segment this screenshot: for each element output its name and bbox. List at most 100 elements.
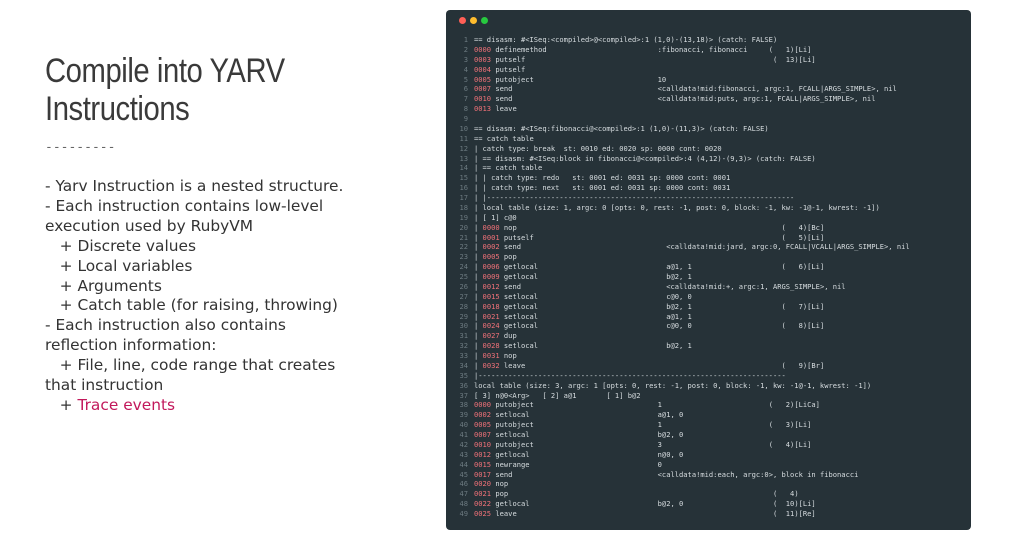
code-line: 3 0003 putself ( 13)[Li] — [454, 55, 967, 65]
code-text: 0025 leave ( 11)[Re] — [474, 509, 816, 518]
code-text: | 0006 getlocal a@1, 1 ( 6)[Li] — [474, 262, 825, 272]
code-line: 24 | 0006 getlocal a@1, 1 ( 6)[Li] — [454, 262, 967, 272]
line-number: 27 — [459, 291, 468, 301]
code-text: == catch table — [474, 133, 534, 143]
code-line: 36 local table (size: 3, argc: 1 [opts: 0… — [454, 381, 967, 391]
code-text: | 0027 dup — [474, 331, 517, 341]
code-line: 42 0010 putobject 3 ( 4)[Li] — [454, 440, 967, 450]
code-text: | 0032 leave ( 9)[Br] — [474, 360, 825, 370]
code-text: | catch type: break st: 0010 ed: 0020 sp… — [474, 143, 722, 153]
code-line: 21 | 0001 putself ( 5)[Li] — [454, 233, 967, 243]
line-number: 45 — [459, 469, 468, 479]
code-text: 0000 putobject 1 ( 2)[LiCa] — [474, 400, 820, 410]
code-text: 0017 send <calldata!mid:each, argc:0>, b… — [474, 469, 859, 479]
bullet-line: execution used by RubyVM — [45, 216, 254, 235]
code-line: 46 0020 nop — [454, 479, 967, 489]
line-number: 31 — [459, 331, 468, 341]
bullet-line: that instruction — [45, 376, 164, 395]
line-number: 4 — [463, 64, 468, 74]
code-text: | 0009 getlocal b@2, 1 — [474, 272, 692, 281]
code-line: 13 | == disasm: #<ISeq:block in fibonacci… — [454, 154, 967, 164]
code-text: [ 3] n@0<Arg> [ 2] a@1 [ 1] b@2 — [474, 390, 641, 400]
code-line: 5 0005 putobject 10 — [454, 75, 967, 85]
bullet-line: + Local variables — [45, 256, 193, 275]
line-number: 12 — [459, 143, 468, 153]
code-line: 8 0013 leave — [454, 104, 967, 114]
line-number: 3 — [463, 54, 468, 64]
line-number: 44 — [459, 459, 468, 469]
code-line: 6 0007 send <calldata!mid:fibonacci, argc… — [454, 84, 967, 94]
line-number: 47 — [459, 489, 468, 499]
bullet-line: - Yarv Instruction is a nested structure… — [45, 177, 344, 195]
code-line: 22 | 0002 send <calldata!mid:jard, argc:0… — [454, 242, 967, 252]
close-window-button[interactable] — [459, 17, 466, 24]
code-text: 0007 send <calldata!mid:fibonacci, argc:… — [474, 84, 897, 94]
code-text: 0000 definemethod :fibonacci, fibonacci … — [474, 44, 812, 54]
code-line: 29 | 0021 setlocal a@1, 1 — [454, 312, 967, 322]
code-text: | 0021 setlocal a@1, 1 — [474, 311, 692, 321]
code-text: | 0012 send <calldata!mid:+, argc:1, ARG… — [474, 281, 846, 291]
code-line: 35 |-------------------------------------… — [454, 371, 967, 381]
code-line: 33 | 0031 nop — [454, 351, 967, 361]
code-text: local table (size: 3, argc: 1 [opts: 0, … — [474, 380, 872, 390]
code-text: 0005 putobject 1 ( 3)[Li] — [474, 420, 812, 430]
code-line: 19 | [ 1] c@0 — [454, 213, 967, 223]
code-line: 20 | 0000 nop ( 4)[Bc] — [454, 223, 967, 233]
code-text: | 0031 nop — [474, 351, 517, 360]
code-line: 23 | 0005 pop — [454, 252, 967, 262]
line-number: 39 — [459, 410, 468, 420]
code-text: 0007 setlocal b@2, 0 — [474, 430, 684, 439]
line-number: 46 — [459, 479, 468, 489]
code-text: 0010 putobject 3 ( 4)[Li] — [474, 439, 812, 449]
bullet-prefix: + — [45, 395, 78, 414]
code-text: 0004 putself — [474, 64, 526, 74]
line-number: 20 — [459, 222, 468, 232]
maximize-window-button[interactable] — [481, 17, 488, 24]
line-number: 17 — [459, 193, 468, 202]
line-number: 30 — [459, 321, 468, 331]
line-number: 48 — [459, 499, 468, 509]
code-text: | 0028 setlocal b@2, 1 — [474, 341, 692, 351]
code-line: 32 | 0028 setlocal b@2, 1 — [454, 341, 967, 351]
bullet-line: + Catch table (for raising, throwing) — [45, 296, 338, 315]
code-line: 10 == disasm: #<ISeq:fibonacci@<compiled>… — [454, 124, 967, 134]
code-line: 40 0005 putobject 1 ( 3)[Li] — [454, 420, 967, 430]
code-text: 0012 getlocal n@0, 0 — [474, 449, 684, 459]
code-line: 41 0007 setlocal b@2, 0 — [454, 430, 967, 440]
code-line: 11 == catch table — [454, 134, 967, 144]
code-line: 15 | | catch type: redo st: 0001 ed: 0031… — [454, 173, 967, 183]
code-line: 38 0000 putobject 1 ( 2)[LiCa] — [454, 400, 967, 410]
line-number: 43 — [459, 449, 468, 459]
line-number: 5 — [463, 74, 468, 84]
bullet-line-trace-events: + Trace events — [45, 396, 375, 416]
line-number: 6 — [463, 84, 468, 94]
code-line: 25 | 0009 getlocal b@2, 1 — [454, 272, 967, 282]
line-number: 24 — [459, 262, 468, 272]
line-number: 33 — [459, 351, 468, 360]
code-line: 12 | catch type: break st: 0010 ed: 0020 … — [454, 144, 967, 154]
code-text: | == catch table — [474, 163, 543, 173]
line-number: 26 — [459, 281, 468, 291]
code-text: 0002 setlocal a@1, 0 — [474, 410, 684, 420]
code-text: 0022 getlocal b@2, 0 ( 10)[Li] — [474, 499, 816, 509]
code-line: 39 0002 setlocal a@1, 0 — [454, 410, 967, 420]
line-number: 23 — [459, 252, 468, 262]
code-text: | | catch type: redo st: 0001 ed: 0031 s… — [474, 173, 731, 183]
code-line: 4 0004 putself — [454, 65, 967, 75]
line-number: 38 — [459, 400, 468, 410]
code-line: 18 | local table (size: 1, argc: 0 [opts:… — [454, 203, 967, 213]
line-number: 19 — [459, 212, 468, 222]
code-line: 31 | 0027 dup — [454, 331, 967, 341]
code-text: == disasm: #<ISeq:fibonacci@<compiled>:1… — [474, 123, 769, 133]
code-text: 0010 send <calldata!mid:puts, argc:1, FC… — [474, 94, 876, 104]
code-line: 45 0017 send <calldata!mid:each, argc:0>,… — [454, 470, 967, 480]
minimize-window-button[interactable] — [470, 17, 477, 24]
code-line: 2 0000 definemethod :fibonacci, fibonacci… — [454, 45, 967, 55]
code-text: 0021 pop ( 4) — [474, 489, 799, 499]
code-text: 0005 putobject 10 — [474, 74, 667, 84]
code-text: | |-------------------------------------… — [474, 193, 795, 202]
line-number: 35 — [459, 370, 468, 380]
code-line: 34 | 0032 leave ( 9)[Br] — [454, 361, 967, 371]
bullet-line: + Discrete values — [45, 236, 196, 255]
code-text: | 0001 putself ( 5)[Li] — [474, 232, 825, 242]
